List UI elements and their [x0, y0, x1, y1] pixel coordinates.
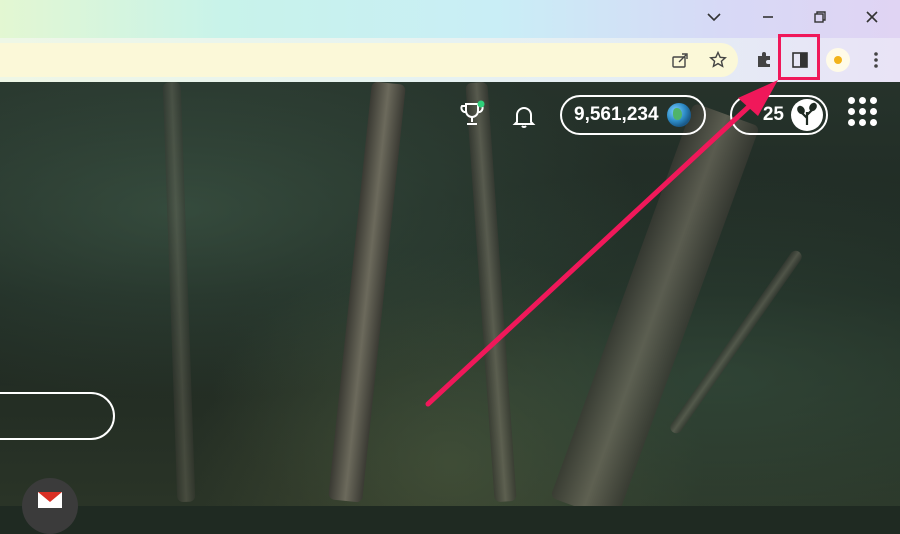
avatar [826, 48, 850, 72]
page-background [0, 82, 900, 506]
puzzle-icon [758, 52, 770, 67]
share-icon [672, 53, 688, 68]
achievements-button[interactable] [458, 100, 486, 128]
tree-trunk [465, 82, 517, 503]
address-bar[interactable] [0, 43, 738, 77]
highlight-box [778, 34, 820, 80]
tree-trunk [328, 82, 406, 503]
title-bar [0, 0, 900, 38]
share-button[interactable] [666, 46, 694, 74]
star-icon [709, 51, 727, 68]
apps-dot [859, 97, 866, 104]
close-icon [866, 11, 878, 23]
tree-trunk [550, 102, 760, 506]
profile-button[interactable] [824, 46, 852, 74]
browser-toolbar [0, 38, 900, 82]
minimize-icon [763, 16, 773, 18]
apps-dot [859, 108, 866, 115]
tree-counter-pill[interactable]: 25 [730, 95, 828, 135]
apps-dot [870, 97, 877, 104]
more-vert-icon [874, 52, 878, 68]
browser-menu-button[interactable] [862, 46, 890, 74]
search-counter-pill[interactable]: 9,561,234 [560, 95, 706, 135]
gmail-shortcut[interactable] [22, 478, 78, 534]
apps-dot [859, 119, 866, 126]
apps-launcher-button[interactable] [848, 97, 878, 127]
search-counter-value: 9,561,234 [574, 104, 659, 125]
restore-icon [814, 11, 826, 23]
trophy-icon [460, 100, 485, 125]
extensions-button[interactable] [750, 46, 778, 74]
tab-search-button[interactable] [696, 4, 732, 30]
apps-dot [870, 108, 877, 115]
apps-dot [870, 119, 877, 126]
apps-dot [848, 108, 855, 115]
tree-trunk [162, 82, 196, 503]
bookmark-button[interactable] [704, 46, 732, 74]
bell-icon [512, 107, 536, 128]
globe-icon [666, 103, 691, 127]
close-button[interactable] [854, 4, 890, 30]
minimize-button[interactable] [750, 4, 786, 30]
apps-dot [848, 119, 855, 126]
notifications-button[interactable] [510, 102, 538, 130]
chevron-down-icon [707, 13, 721, 22]
tree-icon [791, 99, 823, 131]
apps-dot [848, 97, 855, 104]
tree-counter-value: 25 [762, 104, 784, 125]
search-input[interactable] [0, 392, 115, 440]
restore-button[interactable] [802, 4, 838, 30]
